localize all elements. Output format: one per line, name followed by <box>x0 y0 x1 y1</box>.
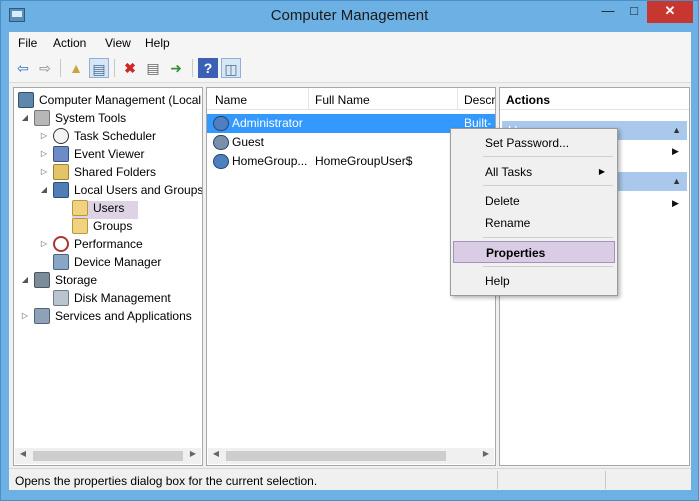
device-manager-icon <box>53 254 69 270</box>
collapsed-arrow-icon[interactable]: ▷ <box>39 145 49 163</box>
event-viewer-icon <box>53 146 69 162</box>
show-hide-console-tree-icon[interactable]: ▤ <box>89 58 109 78</box>
window-title: Computer Management <box>270 7 429 24</box>
status-text: Opens the properties dialog box for the … <box>15 474 318 488</box>
menu-item-properties[interactable]: Properties <box>453 241 615 263</box>
scrollbar-thumb[interactable] <box>226 451 446 461</box>
column-header-name[interactable]: Name <box>215 93 247 107</box>
column-header-full-name[interactable]: Full Name <box>315 93 370 107</box>
scroll-left-icon[interactable]: ◀ <box>209 449 223 458</box>
show-hide-action-pane-icon[interactable]: ◫ <box>221 58 241 78</box>
more-actions-arrow-icon[interactable]: ▶ <box>672 198 679 209</box>
collapsed-arrow-icon[interactable]: ▷ <box>20 307 30 325</box>
maximize-button[interactable]: □ <box>621 1 647 23</box>
user-icon <box>213 154 229 169</box>
menu-item-set-password[interactable]: Set Password... <box>453 132 615 154</box>
toolbar-separator <box>60 59 61 77</box>
computer-icon <box>18 92 34 108</box>
expanded-arrow-icon[interactable]: ◢ <box>20 109 30 127</box>
toolbar: ⇦ ⇨ ▲ ▤ ✖ ▤ ➜ ? ◫ <box>9 54 691 83</box>
user-icon <box>213 116 229 131</box>
submenu-arrow-icon: ▶ <box>598 167 605 176</box>
menu-view[interactable]: View <box>105 36 131 50</box>
status-divider <box>605 471 606 489</box>
list-header: Name Full Name Descr <box>207 88 495 110</box>
more-actions-arrow-icon[interactable]: ▶ <box>672 146 679 157</box>
scroll-right-icon[interactable]: ▶ <box>186 449 200 458</box>
column-divider[interactable] <box>308 88 309 110</box>
list-horizontal-scrollbar[interactable]: ◀ ▶ <box>208 448 494 464</box>
collapsed-arrow-icon[interactable]: ▷ <box>39 127 49 145</box>
toolbar-separator <box>192 59 193 77</box>
toolbar-separator <box>114 59 115 77</box>
help-icon[interactable]: ? <box>198 58 218 78</box>
scroll-left-icon[interactable]: ◀ <box>16 449 30 458</box>
menu-help[interactable]: Help <box>145 36 170 50</box>
menu-file[interactable]: File <box>18 36 37 50</box>
folder-icon <box>72 218 88 234</box>
menu-action[interactable]: Action <box>53 36 86 50</box>
menu-separator <box>483 266 613 267</box>
menu-bar: File Action View Help <box>9 32 691 54</box>
user-icon <box>213 135 229 150</box>
back-arrow-icon[interactable]: ⇦ <box>13 58 33 78</box>
status-divider <box>497 471 498 489</box>
users-group-icon <box>53 182 69 198</box>
expanded-arrow-icon[interactable]: ◢ <box>39 181 49 199</box>
clock-icon <box>53 128 69 144</box>
column-header-description[interactable]: Descr <box>464 93 495 107</box>
computer-management-window: Computer Management — □ ✕ File Action Vi… <box>0 0 699 501</box>
up-folder-icon[interactable]: ▲ <box>66 58 86 78</box>
menu-item-delete[interactable]: Delete <box>453 190 615 212</box>
title-bar[interactable]: Computer Management — □ ✕ <box>1 1 698 31</box>
tree-horizontal-scrollbar[interactable]: ◀ ▶ <box>15 448 201 464</box>
minimize-icon: — <box>601 3 615 18</box>
expanded-arrow-icon[interactable]: ◢ <box>20 271 30 289</box>
performance-icon <box>53 236 69 252</box>
storage-icon <box>34 272 50 288</box>
scroll-right-icon[interactable]: ▶ <box>479 449 493 458</box>
collapsed-arrow-icon[interactable]: ▷ <box>39 163 49 181</box>
menu-separator <box>483 185 613 186</box>
console-tree-pane: Computer Management (Local ◢ System Tool… <box>13 87 203 466</box>
maximize-icon: □ <box>630 3 638 18</box>
properties-icon[interactable]: ▤ <box>143 58 163 78</box>
column-divider[interactable] <box>457 88 458 110</box>
folder-icon <box>72 200 88 216</box>
close-icon: ✕ <box>664 3 676 18</box>
status-bar: Opens the properties dialog box for the … <box>9 468 691 490</box>
menu-separator <box>483 237 613 238</box>
disk-icon <box>53 290 69 306</box>
menu-item-all-tasks[interactable]: All Tasks ▶ <box>453 161 615 183</box>
scrollbar-thumb[interactable] <box>33 451 183 461</box>
collapse-icon[interactable]: ▲ <box>672 121 681 140</box>
close-button[interactable]: ✕ <box>647 1 693 23</box>
menu-separator <box>483 156 613 157</box>
tools-icon <box>34 110 50 126</box>
context-menu: Set Password... All Tasks ▶ Delete Renam… <box>450 128 618 296</box>
forward-arrow-icon[interactable]: ⇨ <box>35 58 55 78</box>
delete-icon[interactable]: ✖ <box>120 58 140 78</box>
shared-folder-icon <box>53 164 69 180</box>
minimize-button[interactable]: — <box>595 1 621 23</box>
menu-item-rename[interactable]: Rename <box>453 212 615 234</box>
export-list-icon[interactable]: ➜ <box>166 58 186 78</box>
actions-header: Actions <box>500 88 689 110</box>
menu-item-help[interactable]: Help <box>453 270 615 292</box>
collapsed-arrow-icon[interactable]: ▷ <box>39 235 49 253</box>
services-icon <box>34 308 50 324</box>
collapse-icon[interactable]: ▲ <box>672 172 681 191</box>
